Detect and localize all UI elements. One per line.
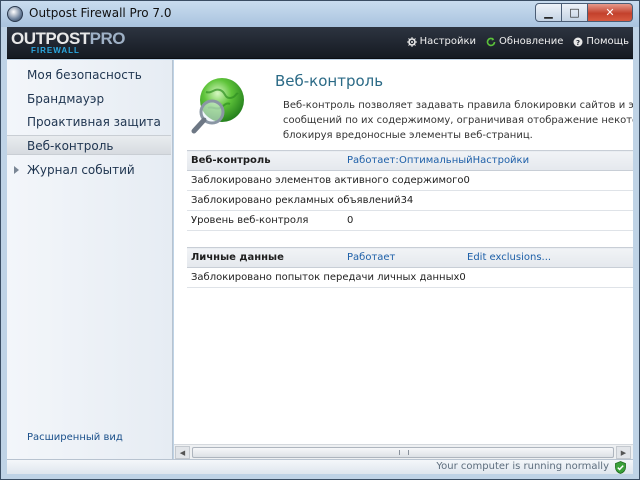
settings-button[interactable]: Настройки — [406, 36, 477, 47]
expand-arrow-icon[interactable] — [14, 166, 19, 174]
row-value: 0 — [347, 215, 354, 226]
shield-check-icon — [615, 461, 626, 474]
title-bar[interactable]: Outpost Firewall Pro 7.0 ▁ □ ✕ — [1, 1, 639, 27]
horizontal-scrollbar[interactable]: ◀ ▶ — [174, 444, 633, 459]
description-line: блокируя вредоносные элементы веб-страни… — [283, 130, 533, 141]
main-content: Веб-контроль Веб-контроль позволяет зада… — [174, 60, 633, 444]
description-line: сообщений по их содержимому, ограничивая… — [283, 115, 633, 126]
update-label: Обновление — [499, 36, 564, 47]
window-title: Outpost Firewall Pro 7.0 — [29, 6, 172, 20]
row-value: 0 — [459, 272, 466, 283]
update-button[interactable]: Обновление — [486, 36, 563, 47]
sidebar-item-label: Моя безопасность — [27, 68, 142, 82]
personal-data-section: Личные данные Работает Edit exclusions..… — [187, 247, 633, 288]
grip-icon — [399, 450, 409, 455]
help-label: Помощь — [586, 36, 629, 47]
arrow-right-icon: ▶ — [620, 448, 627, 457]
logo-pro-text: PRO — [89, 29, 126, 48]
sidebar-item-my-security[interactable]: Моя безопасность — [7, 65, 171, 85]
refresh-icon — [486, 37, 496, 46]
scroll-right-button[interactable]: ▶ — [616, 446, 631, 459]
arrow-left-icon: ◀ — [179, 448, 186, 457]
scroll-left-button[interactable]: ◀ — [175, 446, 190, 459]
table-row: Заблокировано элементов активного содерж… — [187, 170, 633, 191]
sidebar-item-proactive[interactable]: Проактивная защита — [7, 112, 171, 132]
section-title: Личные данные — [187, 247, 347, 268]
status-text: Your computer is running normally — [436, 461, 609, 472]
help-button[interactable]: ? Помощь — [573, 36, 629, 47]
section-header: Личные данные Работает Edit exclusions..… — [187, 247, 633, 268]
maximize-button[interactable]: □ — [562, 3, 588, 22]
window-controls: ▁ □ ✕ — [535, 3, 633, 22]
row-value: 34 — [400, 195, 414, 206]
description-line: Веб-контроль позволяет задавать правила … — [283, 100, 633, 111]
sidebar: Моя безопасность Брандмауэр Проактивная … — [7, 60, 173, 460]
section-title: Веб-контроль — [187, 150, 347, 171]
section-header: Веб-контроль Работает: Оптимальный Настр… — [187, 150, 633, 171]
sidebar-item-label: Брандмауэр — [27, 92, 105, 106]
sidebar-item-label: Журнал событий — [27, 163, 135, 177]
help-icon: ? — [573, 37, 583, 47]
scroll-thumb[interactable] — [192, 447, 614, 458]
svg-text:?: ? — [576, 39, 580, 47]
level-link[interactable]: Оптимальный — [399, 155, 473, 166]
logo-subtitle: FIREWALL — [31, 46, 80, 55]
row-label: Уровень веб-контроля — [191, 215, 309, 226]
close-button[interactable]: ✕ — [588, 3, 633, 22]
settings-label: Настройки — [419, 36, 477, 47]
sidebar-item-label: Проактивная защита — [27, 115, 161, 129]
app-icon — [7, 6, 23, 22]
row-label: Заблокировано элементов активного содерж… — [191, 175, 464, 186]
sidebar-item-label: Веб-контроль — [27, 139, 114, 153]
status-link[interactable]: Работает — [347, 252, 395, 263]
header-actions: Настройки Обновление ? Помощь — [406, 36, 629, 47]
globe-magnifier-icon — [191, 78, 244, 134]
table-row: Заблокировано попыток передачи личных да… — [187, 267, 633, 288]
gear-icon — [406, 36, 417, 47]
row-label: Заблокировано попыток передачи личных да… — [191, 272, 460, 283]
row-value: 0 — [463, 175, 470, 186]
app-header: OUTPOSTPRO FIREWALL Настройки Обновление… — [7, 27, 633, 59]
sidebar-item-web-control[interactable]: Веб-контроль — [7, 135, 171, 155]
app-window: Outpost Firewall Pro 7.0 ▁ □ ✕ OUTPOSTPR… — [0, 0, 640, 480]
page-title: Веб-контроль — [275, 72, 384, 90]
status-bar: Your computer is running normally — [7, 459, 633, 474]
sidebar-item-event-log[interactable]: Журнал событий — [7, 160, 171, 180]
status-link[interactable]: Работает: — [347, 155, 399, 166]
minimize-button[interactable]: ▁ — [535, 3, 562, 22]
table-row: Уровень веб-контроля 0 — [187, 210, 633, 231]
settings-link[interactable]: Настройки — [473, 155, 529, 166]
sidebar-item-firewall[interactable]: Брандмауэр — [7, 89, 171, 109]
table-row: Заблокировано рекламных объявлений34 — [187, 190, 633, 211]
advanced-view-link[interactable]: Расширенный вид — [27, 432, 123, 443]
edit-exclusions-link[interactable]: Edit exclusions... — [467, 252, 551, 263]
page-description: Веб-контроль позволяет задавать правила … — [283, 98, 633, 143]
web-control-section: Веб-контроль Работает: Оптимальный Настр… — [187, 150, 633, 231]
row-label: Заблокировано рекламных объявлений — [191, 195, 401, 206]
